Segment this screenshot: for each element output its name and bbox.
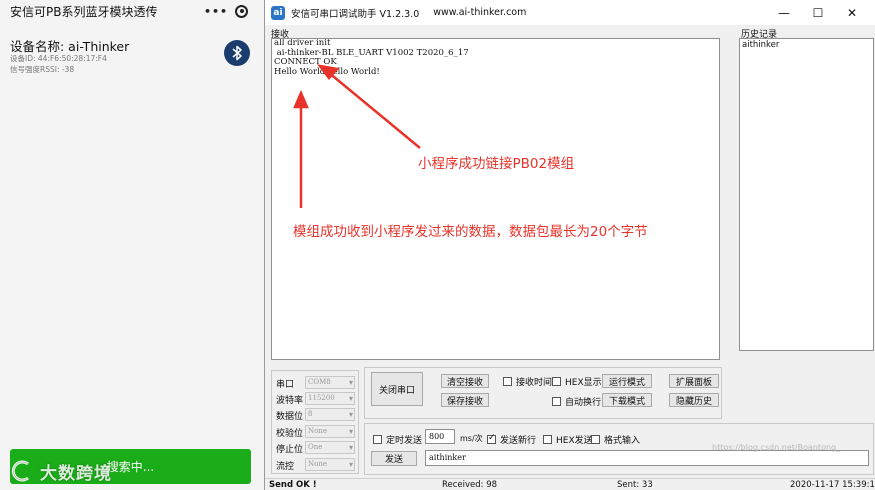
mini-program-panel: 安信可PB系列蓝牙模块透传 ••• 设备名称: ai-Thinker 设备ID:…	[0, 0, 264, 490]
annotation-connect: 小程序成功链接PB02模组	[418, 156, 575, 172]
interval-unit: ms/次	[460, 434, 483, 443]
checkbox-box[interactable]	[552, 377, 561, 386]
checkbox-label: 发送新行	[500, 436, 537, 446]
serial-tool-window: ai 安信可串口调试助手 V1.2.3.0 www.ai-thinker.com…	[264, 0, 875, 490]
setting-label: 校验位	[276, 429, 304, 439]
watermark-logo-icon	[11, 460, 29, 482]
checkbox-label: 格式输入	[604, 436, 641, 446]
checkbox-label: 定时发送	[386, 436, 423, 446]
setting-label: 停止位	[276, 445, 304, 455]
watermark: 大数跨境	[8, 458, 112, 484]
device-rssi: 信号强度RSSI: -38	[10, 65, 75, 74]
checkbox-label: HEX发送	[556, 436, 593, 446]
close-target-icon[interactable]	[235, 4, 248, 18]
expand-panel-button[interactable]: 扩展面板	[669, 374, 719, 388]
arrow-connect	[327, 71, 421, 149]
checkbox-box[interactable]	[543, 435, 552, 444]
status-send-ok: Send OK !	[269, 480, 317, 490]
checkbox-label: 自动换行	[565, 398, 602, 408]
setting-label: 串口	[276, 380, 295, 390]
arrow-receive-head	[293, 89, 309, 109]
clear-receive-button[interactable]: 清空接收	[441, 374, 489, 388]
status-received: Received: 98	[442, 480, 498, 490]
run-mode-button[interactable]: 运行模式	[602, 374, 652, 388]
status-datetime: 2020-11-17 15:39:17	[790, 480, 875, 490]
format-input-checkbox[interactable]: 格式输入	[591, 433, 640, 446]
auto-wrap-checkbox[interactable]: 自动换行	[552, 395, 601, 408]
checkbox-box[interactable]	[503, 377, 512, 386]
setting-label: 波特率	[276, 396, 304, 406]
hex-send-checkbox[interactable]: HEX发送	[543, 433, 593, 446]
status-sent: Sent: 33	[617, 480, 653, 490]
watermark-text: 大数跨境	[40, 463, 112, 484]
device-id: 设备ID: 44:F6:50:28:17:F4	[10, 54, 107, 63]
send-newline-checkbox[interactable]: 发送新行	[487, 433, 536, 446]
save-receive-button[interactable]: 保存接收	[441, 393, 489, 407]
flowcontrol-select[interactable]: None	[305, 458, 355, 471]
screenshot-root: 安信可PB系列蓝牙模块透传 ••• 设备名称: ai-Thinker 设备ID:…	[0, 0, 875, 490]
databits-select[interactable]: 8	[305, 408, 355, 421]
interval-input[interactable]: 800	[425, 429, 455, 444]
checkbox-box[interactable]	[487, 433, 496, 444]
close-port-button[interactable]: 关闭串口	[371, 372, 423, 406]
setting-label: 流控	[276, 462, 295, 472]
mini-program-title: 安信可PB系列蓝牙模块透传	[10, 5, 158, 19]
setting-label: 数据位	[276, 412, 304, 422]
checkbox-box[interactable]	[373, 435, 382, 444]
hide-history-button[interactable]: 隐藏历史	[669, 393, 719, 407]
search-button-label: 搜索中...	[106, 460, 155, 474]
recv-time-checkbox[interactable]: 接收时间	[503, 375, 552, 388]
send-input[interactable]: aithinker	[425, 450, 869, 466]
hex-display-checkbox[interactable]: HEX显示	[552, 375, 602, 388]
checkbox-label: 接收时间	[516, 378, 553, 388]
bluetooth-icon[interactable]	[224, 40, 250, 66]
baud-select[interactable]: 115200	[305, 392, 355, 405]
more-icon[interactable]: •••	[204, 6, 228, 17]
send-button[interactable]: 发送	[371, 451, 417, 466]
timed-send-checkbox[interactable]: 定时发送	[373, 433, 422, 446]
annotation-receive: 模组成功收到小程序发过来的数据，数据包最长为20个字节	[293, 224, 648, 240]
download-mode-button[interactable]: 下载模式	[602, 393, 652, 407]
blog-watermark: https://blog.csdn.net/Boantong_	[712, 443, 841, 452]
checkbox-label: HEX显示	[565, 378, 602, 388]
checkbox-box[interactable]	[591, 435, 600, 444]
status-bar: Send OK ! Received: 98 Sent: 33 2020-11-…	[265, 478, 875, 490]
capsule-menu[interactable]: •••	[197, 0, 254, 22]
checkbox-box[interactable]	[552, 397, 561, 406]
stopbits-select[interactable]: One	[305, 441, 355, 454]
port-select[interactable]: COM8	[305, 376, 355, 389]
parity-select[interactable]: None	[305, 425, 355, 438]
